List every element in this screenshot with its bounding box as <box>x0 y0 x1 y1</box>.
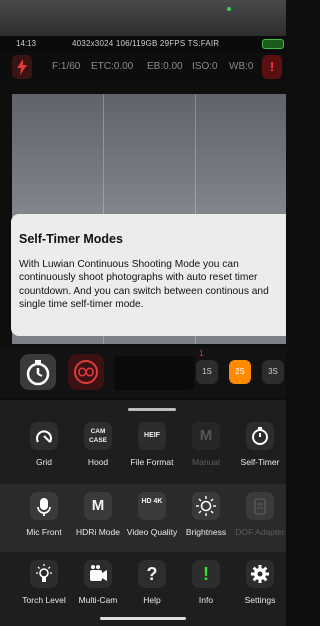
eb-value[interactable]: EB:0.00 <box>147 61 183 72</box>
torch-icon <box>30 560 58 588</box>
info-icon: ! <box>192 560 220 588</box>
status-bar: 14:13 4032x3024 106/119GB 29FPS TS:FAIR <box>0 36 286 52</box>
tool-hood[interactable]: CAM CASE Hood <box>70 414 126 482</box>
tooltip-body: With Luwian Continuous Shooting Mode you… <box>19 259 269 311</box>
video-quality-icon: HD 4K <box>138 492 166 520</box>
tooltip-title: Self-Timer Modes <box>19 232 123 246</box>
tool-label: Settings <box>244 595 276 605</box>
tool-dof-adapter[interactable]: DOF Adapter <box>232 484 288 552</box>
flash-button[interactable] <box>12 55 32 79</box>
tool-manual[interactable]: M Manual <box>178 414 234 482</box>
tool-label: Self-Timer <box>240 457 280 467</box>
hood-icon: CAM CASE <box>84 422 112 450</box>
tool-grid[interactable]: Grid <box>16 414 72 482</box>
hdri-mode-icon: M <box>84 492 112 520</box>
grid-icon <box>30 422 58 450</box>
capture-info: 4032x3024 106/119GB 29FPS TS:FAIR <box>72 39 220 48</box>
alert-button[interactable]: ! <box>262 55 282 79</box>
continuous-timer-button[interactable] <box>68 354 104 390</box>
tool-hdri-mode[interactable]: M HDRi Mode <box>70 484 126 552</box>
manual-icon: M <box>192 422 220 450</box>
timer-3s-button[interactable]: 3S <box>262 360 284 384</box>
self-timer-row: 1 1S 2S 3S <box>0 348 286 398</box>
home-indicator[interactable] <box>100 617 186 620</box>
tools-row-3: Torch Level Multi-Cam ? Help ! Info Sett… <box>0 552 286 620</box>
camera-indicator-dot <box>227 7 231 11</box>
tool-info[interactable]: ! Info <box>178 552 234 620</box>
timer-1s-button[interactable]: 1S <box>196 360 218 384</box>
tools-row-1: Grid CAM CASE Hood HEIF File Format M Ma… <box>0 414 286 482</box>
panel-drag-handle[interactable] <box>128 408 176 411</box>
wb-value[interactable]: WB:0 <box>229 61 253 72</box>
battery-icon <box>262 39 284 49</box>
mic-icon <box>30 492 58 520</box>
tool-label: DOF Adapter <box>235 527 285 537</box>
timer-track <box>114 356 194 390</box>
timer-2s-button[interactable]: 2S <box>229 360 251 384</box>
tool-video-quality[interactable]: HD 4K Video Quality <box>124 484 180 552</box>
loop-icon <box>74 360 98 384</box>
etc-value[interactable]: ETC:0.00 <box>91 61 133 72</box>
iso-value[interactable]: ISO:0 <box>192 61 218 72</box>
self-timer-tooltip: Self-Timer Modes With Luwian Continuous … <box>11 214 286 336</box>
help-icon: ? <box>138 560 166 588</box>
timer-marker: 1 <box>199 349 204 358</box>
multi-cam-icon <box>84 560 112 588</box>
clock: 14:13 <box>16 39 37 48</box>
tool-torch-level[interactable]: Torch Level <box>16 552 72 620</box>
exposure-bar: F:1/60 ETC:0.00 EB:0.00 ISO:0 WB:0 ! <box>0 52 286 82</box>
top-bezel <box>0 0 286 36</box>
tool-settings[interactable]: Settings <box>232 552 288 620</box>
settings-icon <box>246 560 274 588</box>
tool-file-format[interactable]: HEIF File Format <box>124 414 180 482</box>
self-timer-icon <box>246 422 274 450</box>
file-format-icon: HEIF <box>138 422 166 450</box>
stopwatch-icon <box>26 360 50 386</box>
tool-self-timer[interactable]: Self-Timer <box>232 414 288 482</box>
dof-adapter-icon <box>246 492 274 520</box>
tool-multi-cam[interactable]: Multi-Cam <box>70 552 126 620</box>
tools-row-2: Mic Front M HDRi Mode HD 4K Video Qualit… <box>0 484 286 552</box>
tool-mic-front[interactable]: Mic Front <box>16 484 72 552</box>
tool-brightness[interactable]: Brightness <box>178 484 234 552</box>
tools-panel: Grid CAM CASE Hood HEIF File Format M Ma… <box>0 400 286 626</box>
f-stop-value[interactable]: F:1/60 <box>52 61 80 72</box>
brightness-icon <box>192 492 220 520</box>
flash-icon <box>17 59 27 75</box>
tool-help[interactable]: ? Help <box>124 552 180 620</box>
single-timer-button[interactable] <box>20 354 56 390</box>
